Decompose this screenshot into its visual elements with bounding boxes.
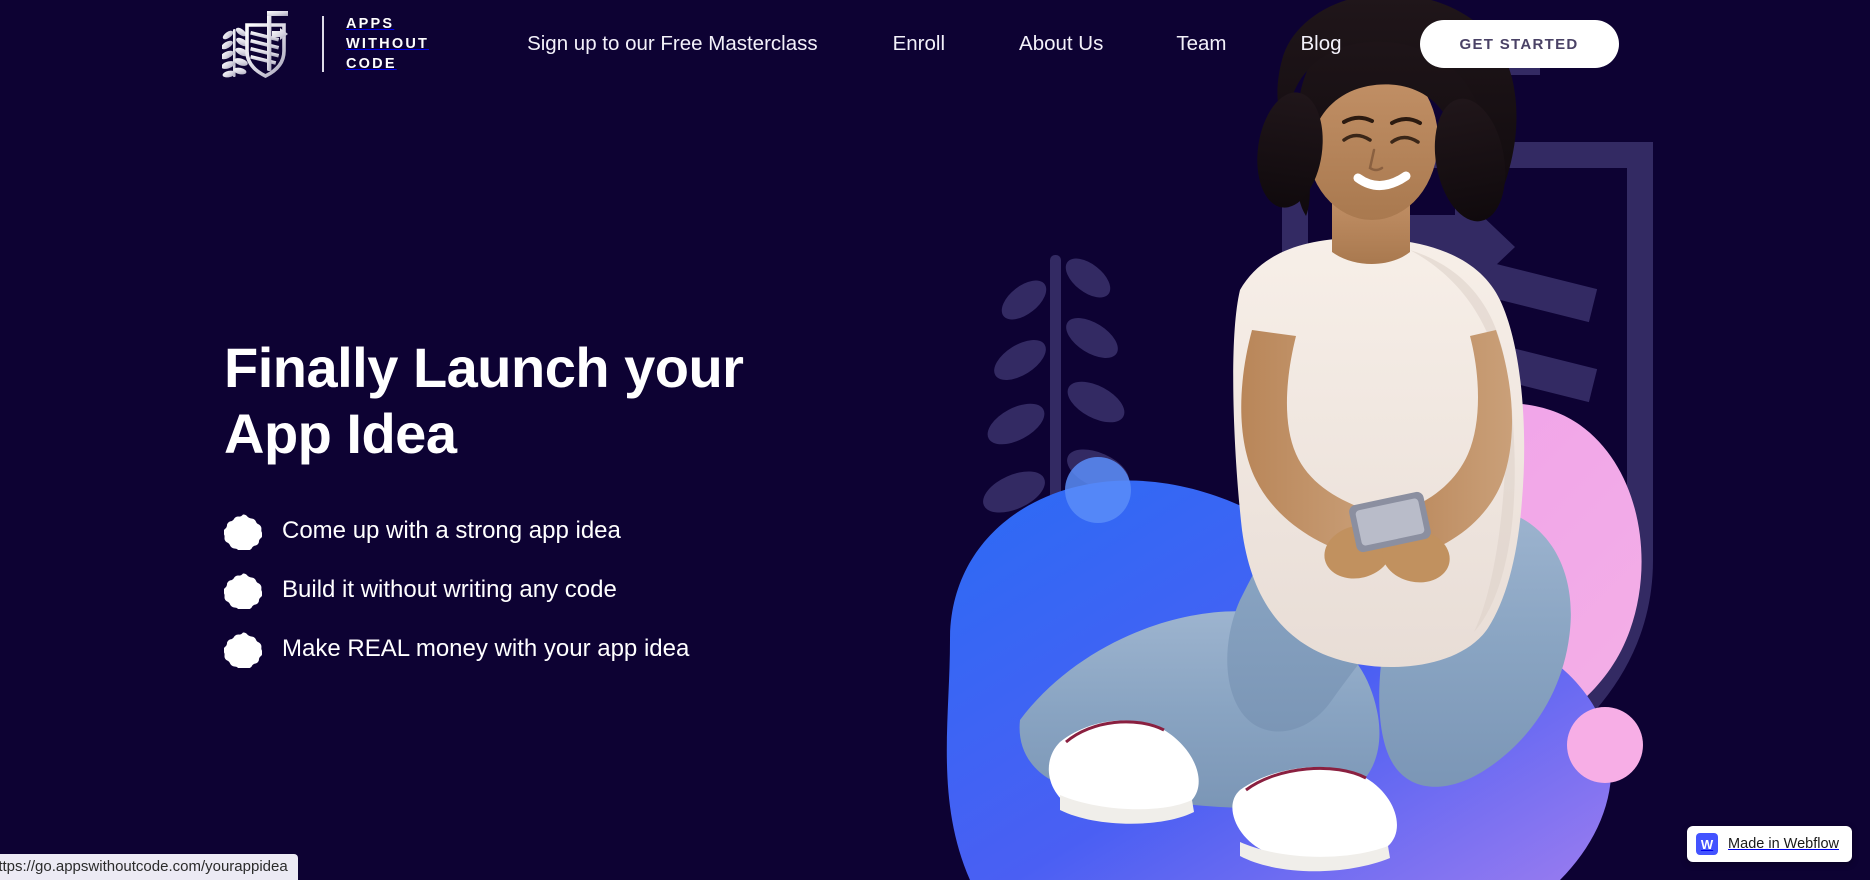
brand-wordmark: APPS WITHOUT CODE: [346, 14, 429, 74]
page-title: Finally Launch your App Idea: [224, 335, 884, 466]
watermark-group: [982, 35, 1653, 805]
scalloped-badge-icon: [224, 573, 262, 610]
blue-dot: [1065, 457, 1131, 523]
list-item: Build it without writing any code: [224, 571, 884, 610]
woman-illustration: [1019, 0, 1571, 872]
scalloped-badge-icon: [224, 514, 262, 551]
brand-logo-link[interactable]: APPS WITHOUT CODE: [222, 7, 429, 81]
webflow-badge-label: Made in Webflow: [1728, 836, 1839, 852]
pink-blob: [1355, 403, 1642, 880]
nav-link-team[interactable]: Team: [1176, 26, 1226, 62]
status-bar-url: https://go.appswithoutcode.com/yourappid…: [0, 854, 298, 880]
hero-section: Finally Launch your App Idea Come up wit…: [224, 335, 884, 689]
list-item-label: Make REAL money with your app idea: [282, 634, 690, 662]
list-item-label: Come up with a strong app idea: [282, 516, 621, 544]
hero-title-line-2: App Idea: [224, 401, 457, 465]
wordmark-line-1: APPS: [346, 16, 395, 32]
webflow-icon: W: [1696, 833, 1719, 855]
brand-divider: [322, 16, 324, 72]
wordmark-line-3: CODE: [346, 56, 397, 72]
sneaker-right: [1232, 766, 1397, 872]
webflow-icon-letter: W: [1700, 836, 1714, 852]
made-in-webflow-badge[interactable]: W Made in Webflow: [1687, 826, 1852, 862]
list-item: Make REAL money with your app idea: [224, 630, 884, 669]
page-root: APPS WITHOUT CODE Sign up to our Free Ma…: [0, 0, 1870, 880]
hero-benefit-list: Come up with a strong app idea Build it …: [224, 512, 884, 669]
wordmark-line-2: WITHOUT: [346, 36, 430, 52]
blue-blob: [946, 480, 1612, 880]
scalloped-badge-icon: [224, 632, 262, 669]
nav-link-masterclass[interactable]: Sign up to our Free Masterclass: [527, 26, 818, 62]
main-navbar: APPS WITHOUT CODE Sign up to our Free Ma…: [0, 0, 1870, 88]
nav-link-blog[interactable]: Blog: [1301, 26, 1342, 62]
list-item: Come up with a strong app idea: [224, 512, 884, 551]
nav-links: Sign up to our Free Masterclass Enroll A…: [527, 20, 1619, 68]
pink-dot: [1567, 707, 1643, 783]
nav-link-about-us[interactable]: About Us: [1019, 26, 1103, 62]
hero-title-line-1: Finally Launch your: [224, 336, 744, 399]
hero-artwork: [940, 0, 1870, 880]
shield-arrow-laurel-logo-icon: [222, 11, 288, 79]
sneaker-left: [1048, 720, 1199, 824]
get-started-button[interactable]: GET STARTED: [1419, 20, 1619, 68]
list-item-label: Build it without writing any code: [282, 575, 617, 603]
nav-link-enroll[interactable]: Enroll: [893, 26, 945, 62]
